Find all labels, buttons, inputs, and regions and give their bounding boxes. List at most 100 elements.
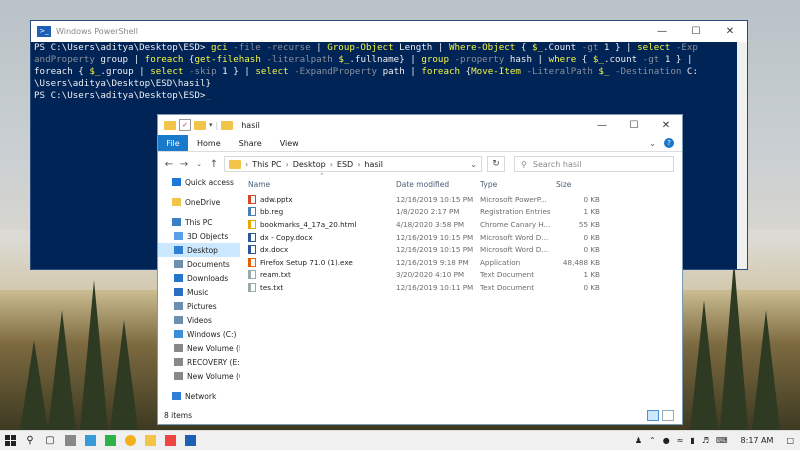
taskbar-app-icon[interactable] xyxy=(160,431,180,451)
minimize-button[interactable]: — xyxy=(645,21,679,42)
table-row[interactable]: adw.pptx 12/16/2019 10:15 PM Microsoft Pow… xyxy=(244,193,682,206)
details-view-button[interactable] xyxy=(647,410,659,421)
file-name: dx.docx xyxy=(260,245,289,255)
table-row[interactable]: dx - Copy.docx 12/16/2019 10:15 PM Microso… xyxy=(244,231,682,244)
close-button[interactable]: ✕ xyxy=(650,115,682,135)
search-placeholder: Search hasil xyxy=(532,159,582,169)
column-type[interactable]: Type xyxy=(480,180,550,189)
console-token: $_ xyxy=(531,42,544,53)
file-icon xyxy=(248,257,256,267)
explorer-window[interactable]: ✓ ▾ | hasil — ☐ ✕ File Home Share View ⌄… xyxy=(157,114,683,425)
breadcrumb-item[interactable]: hasil xyxy=(364,160,383,169)
table-row[interactable]: ream.txt 3/20/2020 4:10 PM Text Document 1 … xyxy=(244,269,682,282)
sidebar-item-music[interactable]: Music xyxy=(158,285,240,299)
sidebar-item-videos[interactable]: Videos xyxy=(158,313,240,327)
console-token: .group | xyxy=(100,66,151,77)
console-token: where xyxy=(548,54,582,65)
console-token: \Users\aditya\Desktop\ESD\hasil} xyxy=(34,78,212,89)
battery-icon[interactable]: ▮ xyxy=(690,436,694,445)
sidebar-item-windows-c[interactable]: Windows (C:) xyxy=(158,327,240,341)
column-name[interactable]: Name xyxy=(244,180,396,189)
taskbar-app-icon[interactable] xyxy=(120,431,140,451)
powershell-titlebar[interactable]: >_ Windows PowerShell — ☐ ✕ xyxy=(31,21,747,42)
breadcrumb-item[interactable]: Desktop xyxy=(293,160,326,169)
keyboard-icon[interactable]: ⌨ xyxy=(716,436,728,445)
recent-locations-icon[interactable]: ⌄ xyxy=(194,160,204,168)
breadcrumb-item[interactable]: This PC xyxy=(252,160,281,169)
properties-icon[interactable]: ✓ xyxy=(179,119,191,131)
back-arrow-icon[interactable]: ← xyxy=(164,159,174,170)
console-line: foreach { $_.group | select -skip 1 } | … xyxy=(34,66,747,78)
tray-app-icon[interactable]: ● xyxy=(663,436,670,445)
customize-quick-access-icon[interactable]: ▾ xyxy=(209,121,213,129)
tab-view[interactable]: View xyxy=(271,135,308,151)
sidebar-item-pictures[interactable]: Pictures xyxy=(158,299,240,313)
search-icon[interactable]: ⚲ xyxy=(20,431,40,451)
table-row[interactable]: bookmarks_4_17a_20.html 4/18/2020 3:58 PM… xyxy=(244,218,682,231)
taskbar-app-icon[interactable] xyxy=(60,431,80,451)
refresh-button[interactable]: ↻ xyxy=(487,156,505,172)
sidebar-item-label: New Volume (D: xyxy=(187,343,240,353)
minimize-button[interactable]: — xyxy=(586,115,618,135)
start-button[interactable] xyxy=(0,431,20,451)
sidebar-item-recovery-e[interactable]: RECOVERY (E:) xyxy=(158,355,240,369)
sidebar-item-label: 3D Objects xyxy=(187,231,229,241)
sidebar-item-new-volume-d[interactable]: New Volume (D: xyxy=(158,341,240,355)
file-size-cell: 48,488 KB xyxy=(562,257,600,267)
forward-arrow-icon[interactable]: → xyxy=(179,159,189,170)
address-bar[interactable]: › This PC › Desktop › ESD › hasil ⌄ xyxy=(224,156,482,172)
clock[interactable]: 8:17 AM xyxy=(741,436,774,445)
powershell-taskbar-icon[interactable] xyxy=(180,431,200,451)
new-folder-icon[interactable] xyxy=(194,120,206,130)
explorer-titlebar[interactable]: ✓ ▾ | hasil — ☐ ✕ xyxy=(158,115,682,135)
table-row[interactable]: tes.txt 12/16/2019 10:11 PM Text Document 0… xyxy=(244,281,682,294)
people-icon[interactable]: ♟ xyxy=(635,436,642,445)
column-size[interactable]: Size xyxy=(550,180,600,189)
expand-ribbon-icon[interactable]: ⌄ xyxy=(649,139,656,148)
close-button[interactable]: ✕ xyxy=(713,21,747,42)
file-name-cell: adw.pptx xyxy=(244,194,396,204)
task-view-icon[interactable]: ▢ xyxy=(40,431,60,451)
table-row[interactable]: dx.docx 12/16/2019 10:15 PM Microsoft Word… xyxy=(244,243,682,256)
tab-file[interactable]: File xyxy=(158,135,188,151)
taskbar-app-icon[interactable] xyxy=(80,431,100,451)
sidebar-item-new-volume-g[interactable]: New Volume (G: xyxy=(158,369,240,383)
help-icon[interactable]: ? xyxy=(664,138,674,148)
drive-icon xyxy=(174,372,183,380)
chevron-down-icon[interactable]: ⌄ xyxy=(470,160,477,169)
console-token: .Count xyxy=(543,42,582,53)
wifi-icon[interactable]: ≈ xyxy=(677,436,684,445)
console-token: -ExpandProperty xyxy=(294,66,383,77)
sidebar-item-network[interactable]: Network xyxy=(158,389,240,403)
folder-icon xyxy=(164,120,176,130)
sidebar-item-desktop[interactable]: Desktop xyxy=(158,243,240,257)
column-date-modified[interactable]: Date modified xyxy=(396,180,480,189)
notifications-icon[interactable]: □ xyxy=(786,436,794,445)
volume-icon[interactable]: ♬ xyxy=(702,436,709,445)
table-row[interactable]: bb.reg 1/8/2020 2:17 PM Registration Entri… xyxy=(244,206,682,219)
breadcrumb-item[interactable]: ESD xyxy=(337,160,353,169)
sidebar-item-this-pc[interactable]: This PC xyxy=(158,215,240,229)
search-icon: ⚲ xyxy=(521,159,527,169)
file-name-cell: bookmarks_4_17a_20.html xyxy=(244,219,396,229)
taskbar-app-icon[interactable] xyxy=(100,431,120,451)
file-date-cell: 3/20/2020 4:10 PM xyxy=(396,270,465,280)
table-row[interactable]: Firefox Setup 71.0 (1).exe 12/16/2019 9:1… xyxy=(244,256,682,269)
maximize-button[interactable]: ☐ xyxy=(679,21,713,42)
powershell-scrollbar[interactable] xyxy=(737,42,747,269)
file-explorer-taskbar-icon[interactable] xyxy=(140,431,160,451)
sidebar-item-3d-objects[interactable]: 3D Objects xyxy=(158,229,240,243)
search-input[interactable]: ⚲ Search hasil xyxy=(514,156,674,172)
sidebar-item-onedrive[interactable]: OneDrive xyxy=(158,195,240,209)
sidebar-item-quick-access[interactable]: Quick access xyxy=(158,175,240,189)
maximize-button[interactable]: ☐ xyxy=(618,115,650,135)
up-arrow-icon[interactable]: ↑ xyxy=(209,159,219,170)
chevron-up-icon[interactable]: ⌃ xyxy=(649,436,656,445)
file-name: dx - Copy.docx xyxy=(260,232,313,242)
document-icon xyxy=(174,260,183,268)
tab-share[interactable]: Share xyxy=(230,135,271,151)
sidebar-item-documents[interactable]: Documents xyxy=(158,257,240,271)
tab-home[interactable]: Home xyxy=(188,135,230,151)
sidebar-item-downloads[interactable]: Downloads xyxy=(158,271,240,285)
large-icons-view-button[interactable] xyxy=(662,410,674,421)
